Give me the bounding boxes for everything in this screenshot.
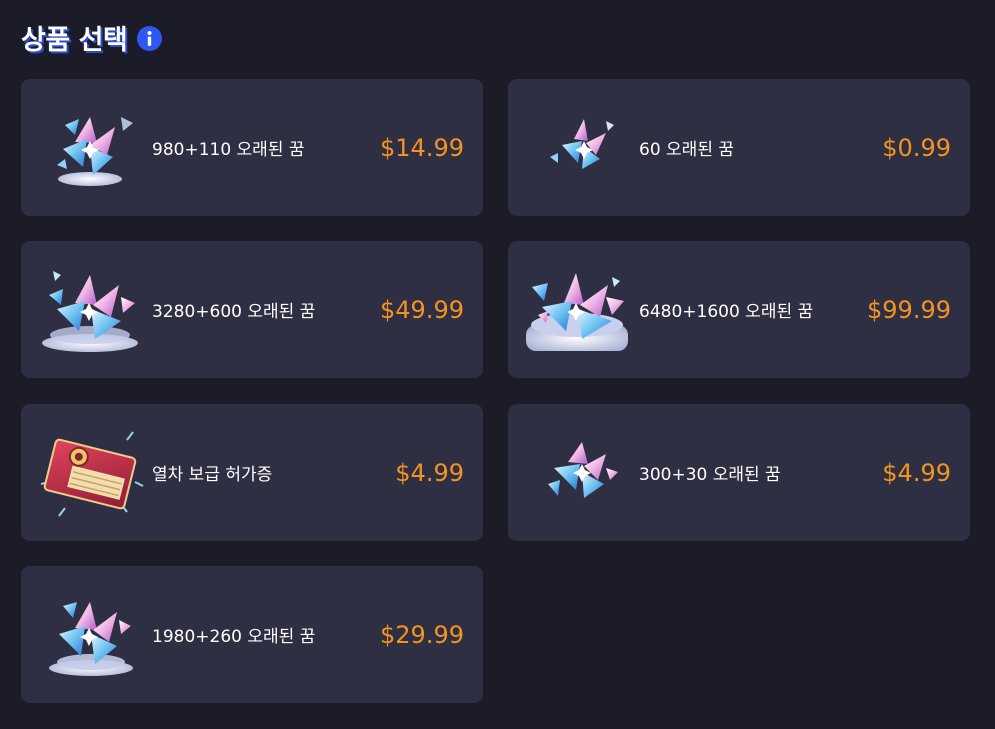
info-icon[interactable]	[137, 26, 163, 51]
product-price: $29.99	[380, 620, 464, 649]
dream-crystal-cluster-icon	[522, 422, 632, 522]
product-name: 6480+1600 오래된 꿈	[639, 302, 814, 322]
product-name: 열차 보급 허가증	[152, 465, 273, 485]
header: 상품 선택	[21, 18, 163, 57]
product-price: $4.99	[395, 458, 464, 487]
product-name: 3280+600 오래된 꿈	[152, 302, 316, 322]
supply-pass-icon	[35, 422, 145, 522]
page-title: 상품 선택	[21, 25, 128, 56]
product-price: $4.99	[882, 458, 951, 487]
dream-crystal-large-icon	[35, 259, 145, 359]
product-select-panel: 상품 선택 980+110 오래된 꿈 $14.99 60 오래된 꿈 $0.9…	[0, 0, 995, 729]
product-card[interactable]: 6480+1600 오래된 꿈 $99.99	[508, 241, 970, 378]
product-price: $99.99	[867, 295, 951, 324]
product-price: $14.99	[380, 133, 464, 162]
product-card[interactable]: 300+30 오래된 꿈 $4.99	[508, 404, 970, 541]
product-card[interactable]: 열차 보급 허가증 $4.99	[21, 404, 483, 541]
product-price: $0.99	[882, 133, 951, 162]
product-name: 60 오래된 꿈	[639, 140, 734, 160]
product-name: 300+30 오래된 꿈	[639, 465, 781, 485]
product-price: $49.99	[380, 295, 464, 324]
dream-crystal-pile-icon	[35, 584, 145, 684]
dream-crystal-medium-icon	[35, 97, 145, 197]
product-card[interactable]: 1980+260 오래된 꿈 $29.99	[21, 566, 483, 703]
product-card[interactable]: 3280+600 오래된 꿈 $49.99	[21, 241, 483, 378]
product-card[interactable]: 60 오래된 꿈 $0.99	[508, 79, 970, 216]
product-name: 1980+260 오래된 꿈	[152, 627, 316, 647]
dream-crystal-small-icon	[522, 97, 632, 197]
product-card[interactable]: 980+110 오래된 꿈 $14.99	[21, 79, 483, 216]
product-name: 980+110 오래된 꿈	[152, 140, 305, 160]
dream-crystal-huge-icon	[526, 259, 628, 359]
